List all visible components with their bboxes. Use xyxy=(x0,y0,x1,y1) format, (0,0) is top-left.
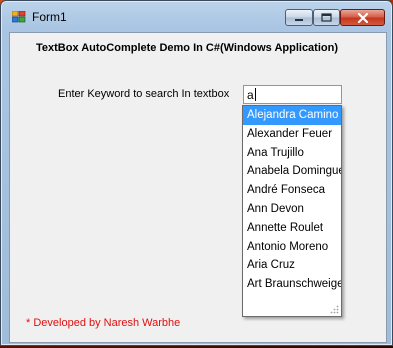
autocomplete-item[interactable]: André Fonseca xyxy=(243,181,341,200)
autocomplete-item[interactable]: Annette Roulet xyxy=(243,219,341,238)
autocomplete-item[interactable]: Alexander Feuer xyxy=(243,125,341,144)
autocomplete-dropdown[interactable]: Alejandra Camino Alexander Feuer Ana Tru… xyxy=(242,105,342,317)
search-input[interactable]: a xyxy=(243,85,342,104)
developer-credit: * Developed by Naresh Warbhe xyxy=(26,317,181,329)
maximize-icon xyxy=(321,13,332,22)
app-icon xyxy=(12,11,26,23)
search-label: Enter Keyword to search In textbox xyxy=(58,88,230,100)
minimize-icon xyxy=(295,18,303,21)
autocomplete-item[interactable]: Antonio Moreno xyxy=(243,238,341,257)
autocomplete-item[interactable]: Ann Devon xyxy=(243,200,341,219)
autocomplete-item[interactable]: Ana Trujillo xyxy=(243,144,341,163)
page-title: TextBox AutoComplete Demo In C#(Windows … xyxy=(36,42,338,54)
minimize-button[interactable] xyxy=(285,9,313,26)
window-title: Form1 xyxy=(32,10,67,24)
search-input-value: a xyxy=(247,88,254,102)
text-caret xyxy=(254,88,256,101)
autocomplete-item[interactable]: Alejandra Camino xyxy=(243,106,341,125)
title-bar[interactable]: Form1 xyxy=(1,1,392,31)
close-icon xyxy=(357,12,368,23)
autocomplete-item[interactable]: Aria Cruz xyxy=(243,256,341,275)
autocomplete-item[interactable]: Art Braunschweiger xyxy=(243,275,341,294)
autocomplete-item[interactable]: Anabela Domingues xyxy=(243,162,341,181)
close-button[interactable] xyxy=(340,9,385,26)
resize-grip-icon[interactable] xyxy=(329,304,339,314)
maximize-button[interactable] xyxy=(313,9,340,26)
